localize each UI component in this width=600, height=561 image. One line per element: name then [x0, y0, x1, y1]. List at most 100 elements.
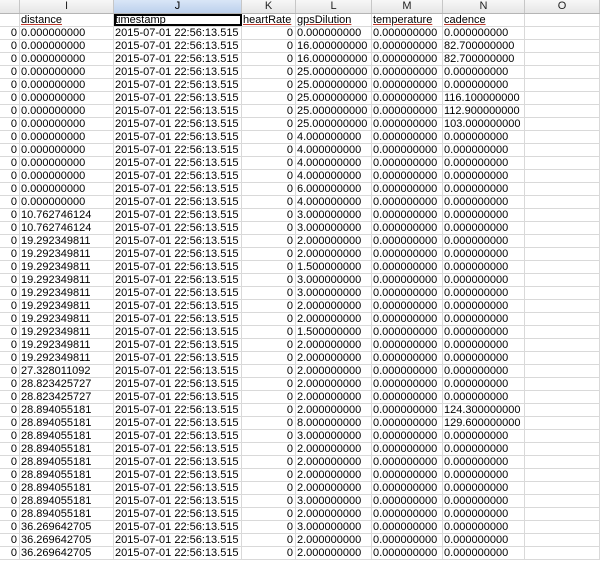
cell-heartrate[interactable]: 0: [242, 521, 296, 533]
cell-temperature[interactable]: 0.000000000: [372, 404, 443, 416]
cell-distance[interactable]: 0.000000000: [20, 170, 114, 182]
cell-gpsdilution[interactable]: 8.000000000: [296, 417, 372, 429]
cell-distance[interactable]: 19.292349811: [20, 326, 114, 338]
cell-heartrate[interactable]: 0: [242, 495, 296, 507]
cell-empty-o[interactable]: [525, 261, 600, 273]
cell-distance[interactable]: 28.894055181: [20, 404, 114, 416]
cell-distance[interactable]: 28.894055181: [20, 482, 114, 494]
cell-gpsdilution[interactable]: 2.000000000: [296, 365, 372, 377]
cell-cadence[interactable]: 0.000000000: [443, 508, 525, 520]
cell-temperature[interactable]: 0.000000000: [372, 508, 443, 520]
header-timestamp[interactable]: timestamp: [114, 14, 242, 26]
cell-temperature[interactable]: 0.000000000: [372, 443, 443, 455]
cell-empty-o[interactable]: [525, 131, 600, 143]
cell-temperature[interactable]: 0.000000000: [372, 66, 443, 78]
cell-temperature[interactable]: 0.000000000: [372, 92, 443, 104]
cell-timestamp[interactable]: 2015-07-01 22:56:13.515: [114, 235, 242, 247]
cell-empty-o[interactable]: [525, 495, 600, 507]
cell-distance[interactable]: 0.000000000: [20, 183, 114, 195]
cell-gpsdilution[interactable]: 25.000000000: [296, 118, 372, 130]
cell-gpsdilution[interactable]: 3.000000000: [296, 430, 372, 442]
cell-distance[interactable]: 0.000000000: [20, 27, 114, 39]
cell-gpsdilution[interactable]: 2.000000000: [296, 443, 372, 455]
cell-temperature[interactable]: 0.000000000: [372, 261, 443, 273]
cell-empty-o[interactable]: [525, 534, 600, 546]
cell-temperature[interactable]: 0.000000000: [372, 430, 443, 442]
cell-heartrate[interactable]: 0: [242, 118, 296, 130]
header-gpsdilution[interactable]: gpsDilution: [296, 14, 372, 26]
cell-cadence[interactable]: 0.000000000: [443, 534, 525, 546]
cell-gpsdilution[interactable]: 2.000000000: [296, 352, 372, 364]
cell-temperature[interactable]: 0.000000000: [372, 157, 443, 169]
cell-timestamp[interactable]: 2015-07-01 22:56:13.515: [114, 274, 242, 286]
cell-empty-o[interactable]: [525, 92, 600, 104]
cell-h[interactable]: 0: [0, 378, 20, 390]
cell-h[interactable]: 0: [0, 495, 20, 507]
cell-cadence[interactable]: 0.000000000: [443, 144, 525, 156]
cell-empty-o[interactable]: [525, 287, 600, 299]
cell-distance[interactable]: 10.762746124: [20, 209, 114, 221]
cell-h[interactable]: 0: [0, 66, 20, 78]
cell-heartrate[interactable]: 0: [242, 430, 296, 442]
cell-distance[interactable]: 28.894055181: [20, 508, 114, 520]
cell-temperature[interactable]: 0.000000000: [372, 547, 443, 559]
cell-heartrate[interactable]: 0: [242, 404, 296, 416]
cell-distance[interactable]: 0.000000000: [20, 40, 114, 52]
cell-gpsdilution[interactable]: 2.000000000: [296, 313, 372, 325]
cell-distance[interactable]: 0.000000000: [20, 105, 114, 117]
cell-timestamp[interactable]: 2015-07-01 22:56:13.515: [114, 40, 242, 52]
cell-empty-o[interactable]: [525, 521, 600, 533]
cell-distance[interactable]: 10.762746124: [20, 222, 114, 234]
cell-cadence[interactable]: 112.900000000: [443, 105, 525, 117]
cell-temperature[interactable]: 0.000000000: [372, 170, 443, 182]
cell-cadence[interactable]: 0.000000000: [443, 378, 525, 390]
cell-cadence[interactable]: 0.000000000: [443, 326, 525, 338]
cell-timestamp[interactable]: 2015-07-01 22:56:13.515: [114, 144, 242, 156]
cell-empty-o[interactable]: [525, 482, 600, 494]
cell-gpsdilution[interactable]: 2.000000000: [296, 378, 372, 390]
cell-timestamp[interactable]: 2015-07-01 22:56:13.515: [114, 547, 242, 559]
cell-empty-o[interactable]: [525, 365, 600, 377]
cell-distance[interactable]: 28.894055181: [20, 417, 114, 429]
cell-distance[interactable]: 0.000000000: [20, 196, 114, 208]
cell-h[interactable]: 0: [0, 339, 20, 351]
cell-heartrate[interactable]: 0: [242, 53, 296, 65]
cell-timestamp[interactable]: 2015-07-01 22:56:13.515: [114, 495, 242, 507]
cell-empty-o[interactable]: [525, 339, 600, 351]
cell-timestamp[interactable]: 2015-07-01 22:56:13.515: [114, 443, 242, 455]
cell-heartrate[interactable]: 0: [242, 27, 296, 39]
cell-cadence[interactable]: 0.000000000: [443, 391, 525, 403]
column-header-i[interactable]: I: [20, 0, 114, 13]
cell-gpsdilution[interactable]: 4.000000000: [296, 170, 372, 182]
cell-temperature[interactable]: 0.000000000: [372, 274, 443, 286]
cell-timestamp[interactable]: 2015-07-01 22:56:13.515: [114, 131, 242, 143]
cell-distance[interactable]: 28.894055181: [20, 495, 114, 507]
cell-empty-o[interactable]: [525, 352, 600, 364]
cell-h[interactable]: 0: [0, 170, 20, 182]
cell-timestamp[interactable]: 2015-07-01 22:56:13.515: [114, 326, 242, 338]
cell-temperature[interactable]: 0.000000000: [372, 209, 443, 221]
cell-empty-o[interactable]: [525, 235, 600, 247]
cell-cadence[interactable]: 0.000000000: [443, 248, 525, 260]
cell-empty-o[interactable]: [525, 417, 600, 429]
cell-cadence[interactable]: 116.100000000: [443, 92, 525, 104]
cell-h[interactable]: 0: [0, 313, 20, 325]
cell-cadence[interactable]: 0.000000000: [443, 196, 525, 208]
cell-cadence[interactable]: 0.000000000: [443, 170, 525, 182]
cell-timestamp[interactable]: 2015-07-01 22:56:13.515: [114, 404, 242, 416]
cell-heartrate[interactable]: 0: [242, 196, 296, 208]
cell-cadence[interactable]: 0.000000000: [443, 157, 525, 169]
cell-gpsdilution[interactable]: 1.500000000: [296, 261, 372, 273]
cell-temperature[interactable]: 0.000000000: [372, 79, 443, 91]
column-header-m[interactable]: M: [372, 0, 443, 13]
cell-temperature[interactable]: 0.000000000: [372, 40, 443, 52]
cell-h[interactable]: 0: [0, 534, 20, 546]
cell-timestamp[interactable]: 2015-07-01 22:56:13.515: [114, 456, 242, 468]
cell-gpsdilution[interactable]: 16.000000000: [296, 53, 372, 65]
cell-timestamp[interactable]: 2015-07-01 22:56:13.515: [114, 157, 242, 169]
cell-temperature[interactable]: 0.000000000: [372, 534, 443, 546]
cell-distance[interactable]: 0.000000000: [20, 118, 114, 130]
cell-h[interactable]: 0: [0, 209, 20, 221]
cell-timestamp[interactable]: 2015-07-01 22:56:13.515: [114, 313, 242, 325]
cell-temperature[interactable]: 0.000000000: [372, 521, 443, 533]
